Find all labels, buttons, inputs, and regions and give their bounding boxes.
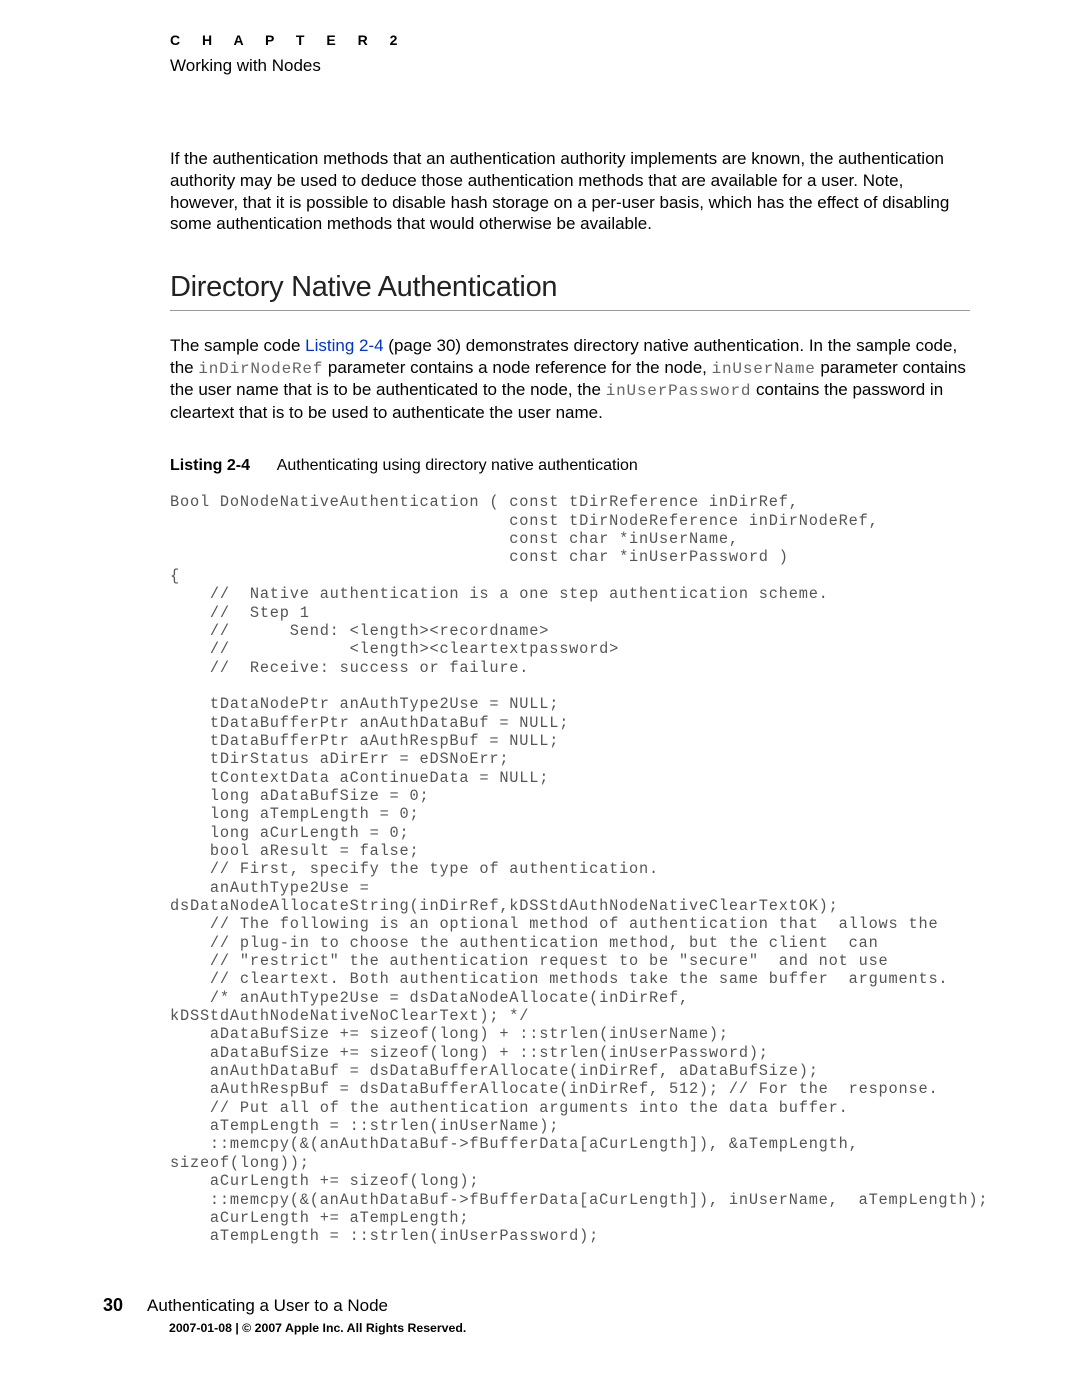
page: C H A P T E R 2 Working with Nodes If th…	[0, 0, 1080, 1397]
text-fragment: The sample code	[170, 336, 305, 355]
listing-link[interactable]: Listing 2-4	[305, 336, 383, 355]
page-number: 30	[103, 1295, 123, 1316]
code-block: Bool DoNodeNativeAuthentication ( const …	[170, 493, 970, 1245]
inline-code: inUserPassword	[606, 382, 752, 400]
intro-paragraph: If the authentication methods that an au…	[170, 148, 970, 235]
text-fragment: parameter contains a node reference for …	[323, 358, 711, 377]
inline-code: inDirNodeRef	[198, 360, 323, 378]
listing-header: Listing 2-4 Authenticating using directo…	[170, 457, 970, 475]
chapter-title: Working with Nodes	[170, 56, 970, 76]
page-footer: 30 Authenticating a User to a Node 2007-…	[103, 1295, 466, 1335]
chapter-label: C H A P T E R 2	[170, 32, 970, 48]
sample-paragraph: The sample code Listing 2-4 (page 30) de…	[170, 335, 970, 423]
section-heading: Directory Native Authentication	[170, 271, 970, 311]
footer-copyright: 2007-01-08 | © 2007 Apple Inc. All Right…	[169, 1321, 466, 1335]
inline-code: inUserName	[712, 360, 816, 378]
footer-title: Authenticating a User to a Node	[147, 1296, 388, 1316]
listing-caption: Authenticating using directory native au…	[277, 457, 638, 474]
listing-label: Listing 2-4	[170, 457, 250, 474]
